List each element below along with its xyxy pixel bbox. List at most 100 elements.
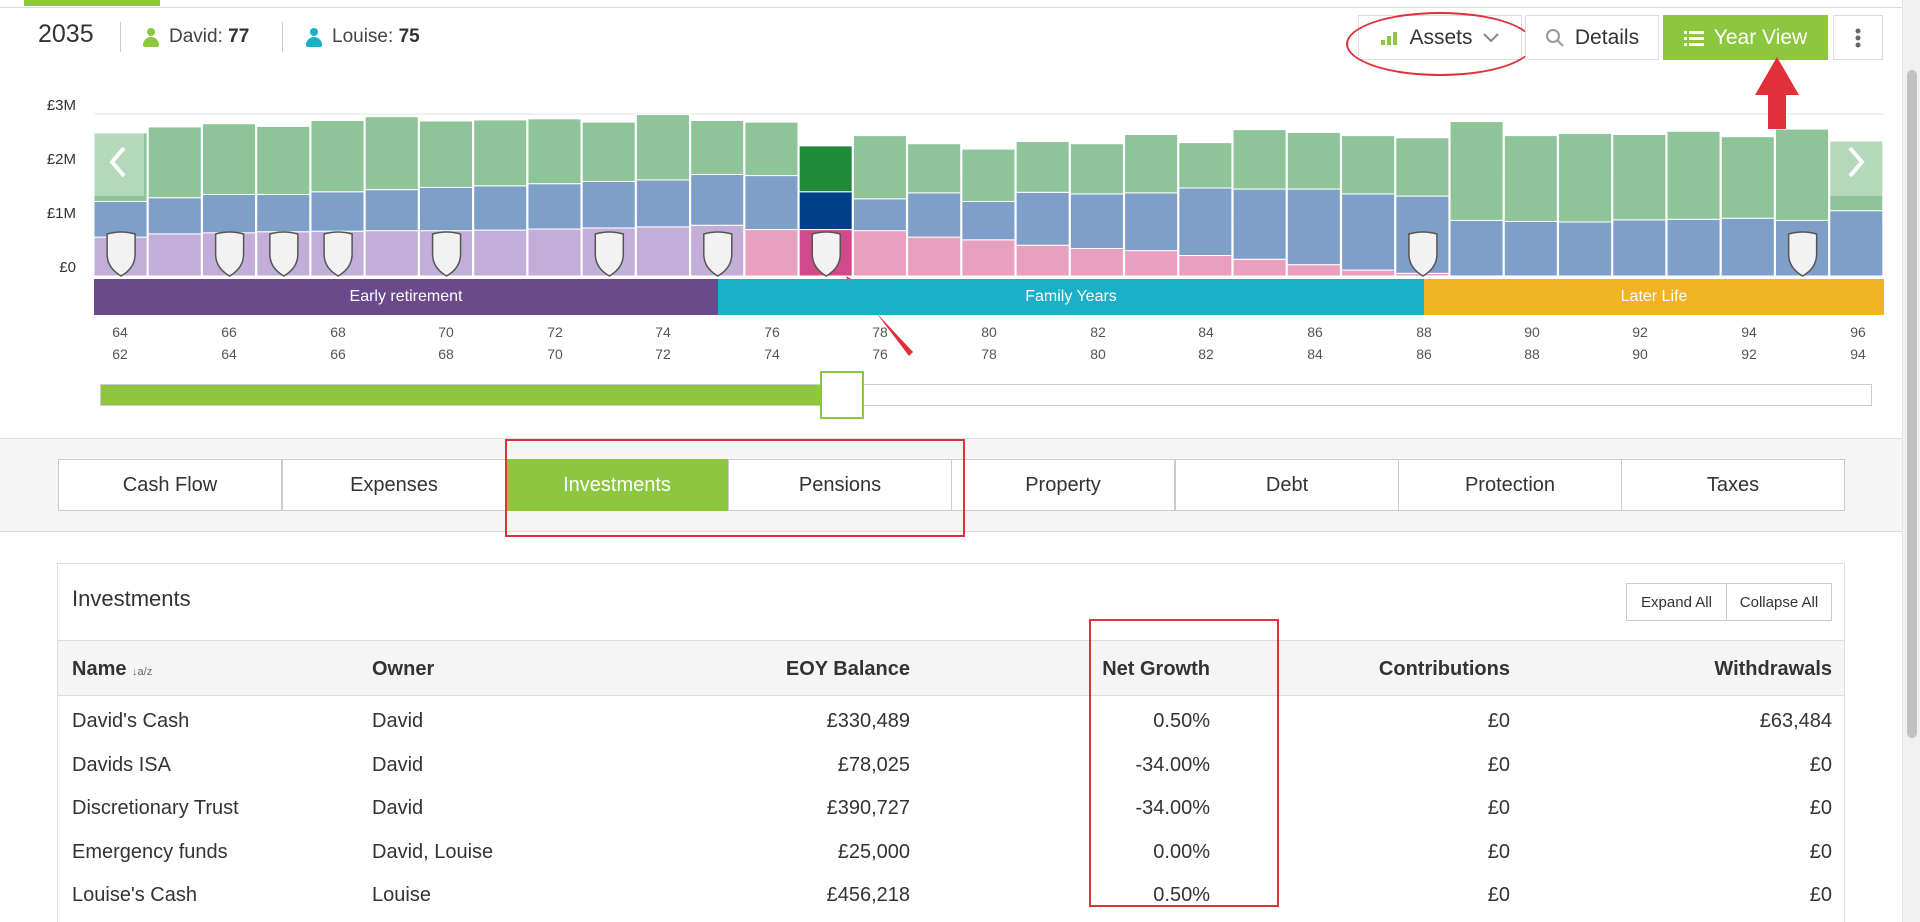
bar-segment-green[interactable]	[1178, 142, 1233, 189]
table-row[interactable]: Louise's Cash Louise £456,218 0.50% £0 £0	[58, 876, 1844, 916]
bar-segment-green[interactable]	[1503, 135, 1558, 222]
table-row[interactable]: Discretionary Trust David £390,727 -34.00% £…	[58, 789, 1844, 829]
bar-segment-blue[interactable]	[256, 193, 311, 233]
col-owner[interactable]: Owner	[372, 658, 434, 681]
bar-segment-lavender[interactable]	[527, 228, 582, 277]
bar-segment-lavender[interactable]	[635, 226, 690, 277]
tab-cash-flow[interactable]: Cash Flow	[58, 459, 282, 511]
asset-chart[interactable]	[0, 0, 1920, 380]
bar-segment-blue[interactable]	[852, 198, 907, 232]
bar-segment-blue[interactable]	[635, 179, 690, 228]
bar-segment-green[interactable]	[907, 143, 962, 194]
bar-segment-blue[interactable]	[581, 181, 636, 229]
bar-segment-lavender[interactable]	[473, 229, 528, 277]
bar-segment-green[interactable]	[1341, 135, 1396, 195]
bar-segment-blue[interactable]	[473, 185, 528, 231]
bar-segment-green[interactable]	[581, 121, 636, 182]
bar-segment-green[interactable]	[310, 119, 365, 193]
bar-segment-green[interactable]	[364, 116, 419, 191]
bar-segment-green[interactable]	[1558, 132, 1613, 223]
bar-segment-blue[interactable]	[201, 193, 257, 234]
bar-segment-pink[interactable]	[907, 236, 962, 277]
bar-segment-green[interactable]	[1666, 130, 1721, 220]
bar-segment-blue[interactable]	[798, 191, 853, 231]
year-slider-handle[interactable]	[820, 371, 865, 419]
bar-segment-green[interactable]	[1286, 131, 1341, 190]
bar-segment-blue[interactable]	[907, 192, 962, 238]
col-eoy-balance[interactable]: EOY Balance	[590, 658, 910, 681]
bar-segment-blue[interactable]	[1829, 210, 1884, 277]
bar-segment-pink[interactable]	[1069, 247, 1124, 277]
bar-segment-pink[interactable]	[852, 230, 907, 277]
tab-debt[interactable]: Debt	[1175, 459, 1399, 511]
table-row[interactable]: David's Cash David £330,489 0.50% £0 £63,484	[58, 702, 1844, 742]
bar-segment-green[interactable]	[201, 123, 257, 195]
bar-segment-pink[interactable]	[1124, 250, 1179, 277]
bar-segment-blue[interactable]	[418, 186, 473, 232]
bar-segment-blue[interactable]	[1558, 221, 1613, 277]
table-row[interactable]: Emergency funds David, Louise £25,000 0.00%…	[58, 833, 1844, 873]
bar-segment-green[interactable]	[961, 148, 1016, 202]
collapse-all-button[interactable]: Collapse All	[1726, 583, 1832, 621]
bar-segment-blue[interactable]	[1178, 187, 1233, 256]
bar-segment-green[interactable]	[418, 120, 473, 188]
bar-segment-lavender[interactable]	[364, 230, 419, 277]
bar-segment-green[interactable]	[798, 145, 853, 193]
bar-segment-green[interactable]	[1775, 128, 1830, 221]
bar-segment-pink[interactable]	[1232, 258, 1287, 277]
bar-segment-green[interactable]	[1124, 134, 1179, 194]
tab-expenses[interactable]: Expenses	[282, 459, 506, 511]
bar-segment-green[interactable]	[1015, 141, 1070, 193]
bar-segment-pink[interactable]	[1178, 254, 1233, 277]
col-name[interactable]: Name ↓a/z	[72, 658, 152, 681]
bar-segment-blue[interactable]	[147, 197, 202, 235]
bar-segment-blue[interactable]	[1666, 218, 1721, 277]
bar-segment-blue[interactable]	[1232, 188, 1287, 260]
bar-segment-green[interactable]	[1232, 129, 1287, 190]
col-withdrawals[interactable]: Withdrawals	[1510, 658, 1832, 681]
bar-segment-green[interactable]	[527, 118, 582, 185]
bar-segment-green[interactable]	[147, 126, 202, 199]
bar-segment-lavender[interactable]	[147, 233, 202, 277]
bar-segment-blue[interactable]	[1124, 192, 1179, 252]
year-slider-track[interactable]	[100, 384, 1872, 406]
bar-segment-pink[interactable]	[1286, 264, 1341, 277]
bar-segment-green[interactable]	[256, 125, 311, 195]
bar-segment-blue[interactable]	[527, 183, 582, 230]
bar-segment-pink[interactable]	[1341, 269, 1396, 277]
table-row[interactable]: Davids ISA David £78,025 -34.00% £0 £0	[58, 746, 1844, 786]
phase-family-years[interactable]: Family Years	[718, 279, 1424, 315]
bar-segment-blue[interactable]	[1341, 193, 1396, 271]
bar-segment-green[interactable]	[473, 119, 528, 187]
bar-segment-green[interactable]	[1720, 136, 1775, 219]
tab-taxes[interactable]: Taxes	[1621, 459, 1845, 511]
bar-segment-green[interactable]	[1449, 121, 1504, 221]
bar-segment-blue[interactable]	[1069, 193, 1124, 249]
bar-segment-pink[interactable]	[744, 229, 799, 277]
phase-early-retirement[interactable]: Early retirement	[94, 279, 718, 315]
expand-all-button[interactable]: Expand All	[1626, 583, 1727, 621]
bar-segment-green[interactable]	[690, 119, 745, 175]
chart-next-arrow[interactable]	[1830, 128, 1884, 196]
tab-property[interactable]: Property	[951, 459, 1175, 511]
bar-segment-green[interactable]	[852, 135, 907, 200]
bar-segment-blue[interactable]	[1286, 188, 1341, 266]
bar-segment-blue[interactable]	[310, 191, 365, 232]
bar-segment-pink[interactable]	[1015, 244, 1070, 277]
bar-segment-blue[interactable]	[364, 189, 419, 232]
bar-segment-blue[interactable]	[744, 175, 799, 231]
bar-segment-blue[interactable]	[1503, 220, 1558, 277]
bar-segment-green[interactable]	[1612, 134, 1667, 221]
bar-segment-blue[interactable]	[1720, 217, 1775, 277]
bar-segment-blue[interactable]	[1612, 219, 1667, 277]
tab-protection[interactable]: Protection	[1398, 459, 1622, 511]
bar-segment-green[interactable]	[1069, 143, 1124, 195]
phase-later-life[interactable]: Later Life	[1424, 279, 1884, 315]
bar-segment-green[interactable]	[744, 121, 799, 177]
bar-segment-blue[interactable]	[1015, 191, 1070, 246]
bar-segment-blue[interactable]	[1449, 219, 1504, 277]
bar-segment-blue[interactable]	[961, 200, 1016, 241]
bar-segment-pink[interactable]	[961, 239, 1016, 277]
bar-segment-green[interactable]	[635, 114, 690, 181]
bar-segment-green[interactable]	[1395, 137, 1450, 197]
